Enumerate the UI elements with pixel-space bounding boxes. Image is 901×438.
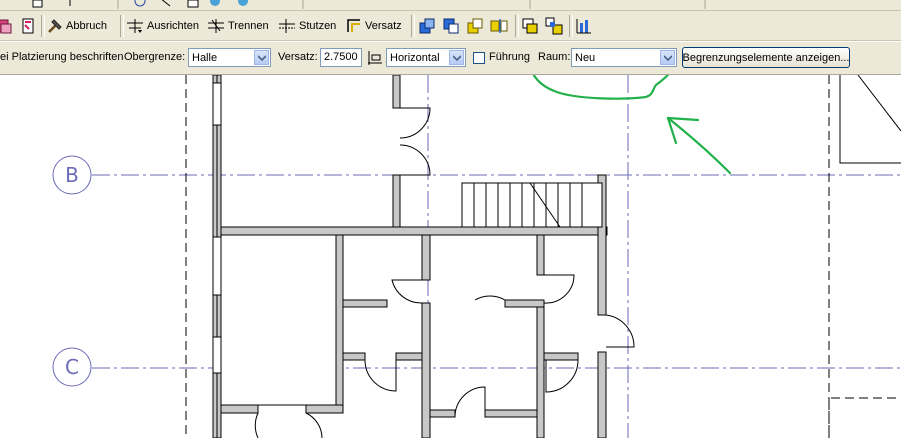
copy-to-level-button[interactable] bbox=[418, 15, 436, 37]
hammer-icon bbox=[48, 19, 62, 33]
fuehrung-checkbox[interactable] bbox=[473, 52, 485, 64]
begrenzungselemente-button[interactable]: Begrenzungselemente anzeigen... bbox=[682, 47, 850, 68]
grid-bubble-c[interactable]: C bbox=[52, 347, 92, 387]
edit-toolbar: Abbruch Ausrichten Trennen Stutzen Versa… bbox=[0, 11, 901, 41]
toolbar-separator bbox=[41, 15, 45, 37]
obergrenze-dropdown[interactable]: Halle bbox=[188, 48, 271, 67]
stair bbox=[461, 182, 603, 228]
orientation-dropdown[interactable]: Horizontal bbox=[386, 48, 466, 67]
ausrichten-label: Ausrichten bbox=[147, 20, 199, 32]
copy-element-icon bbox=[0, 19, 12, 34]
orientation-icon bbox=[367, 47, 383, 69]
grid-label-c: C bbox=[65, 355, 79, 379]
move-button[interactable] bbox=[442, 15, 460, 37]
trim-icon bbox=[279, 19, 295, 33]
stutzen-button[interactable]: Stutzen bbox=[278, 15, 336, 37]
grid-bubble-b[interactable]: B bbox=[52, 155, 92, 195]
trennen-button[interactable]: Trennen bbox=[207, 15, 269, 37]
outer-structure bbox=[839, 75, 901, 164]
obergrenze-label: Obergrenze: bbox=[124, 51, 186, 63]
options-bar: ei Platzierung beschriften Obergrenze: H… bbox=[0, 42, 901, 75]
copy-element-button[interactable] bbox=[0, 15, 14, 37]
versatz-input[interactable]: 2.7500 bbox=[320, 48, 362, 67]
abbruch-button[interactable]: Abbruch bbox=[47, 15, 107, 37]
raum-dropdown[interactable]: Neu bbox=[571, 48, 677, 67]
stutzen-label: Stutzen bbox=[299, 20, 337, 32]
ausrichten-button[interactable]: Ausrichten bbox=[126, 15, 199, 37]
platzierung-beschriften-label: ei Platzierung beschriften bbox=[0, 51, 124, 63]
mirror-button[interactable] bbox=[490, 15, 508, 37]
toolbar-separator bbox=[515, 15, 519, 37]
abbruch-label: Abbruch bbox=[66, 20, 107, 32]
raum-label: Raum: bbox=[538, 51, 571, 63]
orientation-value: Horizontal bbox=[390, 51, 440, 64]
obergrenze-value: Halle bbox=[192, 51, 218, 64]
toolbar-separator bbox=[120, 15, 124, 37]
grid-label-b: B bbox=[65, 163, 79, 187]
copy-level-icon bbox=[419, 18, 435, 34]
array-icon bbox=[576, 19, 591, 34]
paste-element-button[interactable] bbox=[20, 15, 36, 37]
rotate-button[interactable] bbox=[466, 15, 484, 37]
move-icon bbox=[443, 18, 459, 34]
split-icon bbox=[208, 19, 224, 33]
group-icon bbox=[522, 18, 538, 34]
rotate-icon bbox=[467, 18, 483, 34]
offset-icon bbox=[347, 19, 360, 32]
ungroup-button[interactable] bbox=[545, 15, 563, 37]
chevron-down-icon[interactable] bbox=[254, 50, 269, 65]
inner-wall-lines bbox=[216, 75, 337, 438]
versatz-button[interactable]: Versatz bbox=[346, 15, 402, 37]
fuehrung-label: Führung bbox=[489, 51, 530, 63]
top-toolbar-strip bbox=[0, 0, 901, 11]
group-button[interactable] bbox=[521, 15, 539, 37]
toolbar-separator bbox=[411, 15, 415, 37]
partial-toolbar-icons bbox=[32, 0, 706, 9]
toolbar-separator bbox=[569, 15, 573, 37]
raum-value: Neu bbox=[575, 51, 596, 64]
green-annotation bbox=[532, 75, 732, 175]
mirror-icon bbox=[490, 19, 508, 33]
versatz-label: Versatz bbox=[365, 20, 402, 32]
ungroup-icon bbox=[545, 17, 563, 35]
versatz-field-label: Versatz: bbox=[278, 51, 318, 63]
align-icon bbox=[127, 19, 143, 33]
array-button[interactable] bbox=[575, 15, 593, 37]
chevron-down-icon[interactable] bbox=[660, 50, 675, 65]
floor-plan-canvas[interactable]: B C bbox=[0, 75, 901, 438]
chevron-down-icon[interactable] bbox=[449, 50, 464, 65]
trennen-label: Trennen bbox=[228, 20, 269, 32]
paste-element-icon bbox=[22, 18, 34, 34]
